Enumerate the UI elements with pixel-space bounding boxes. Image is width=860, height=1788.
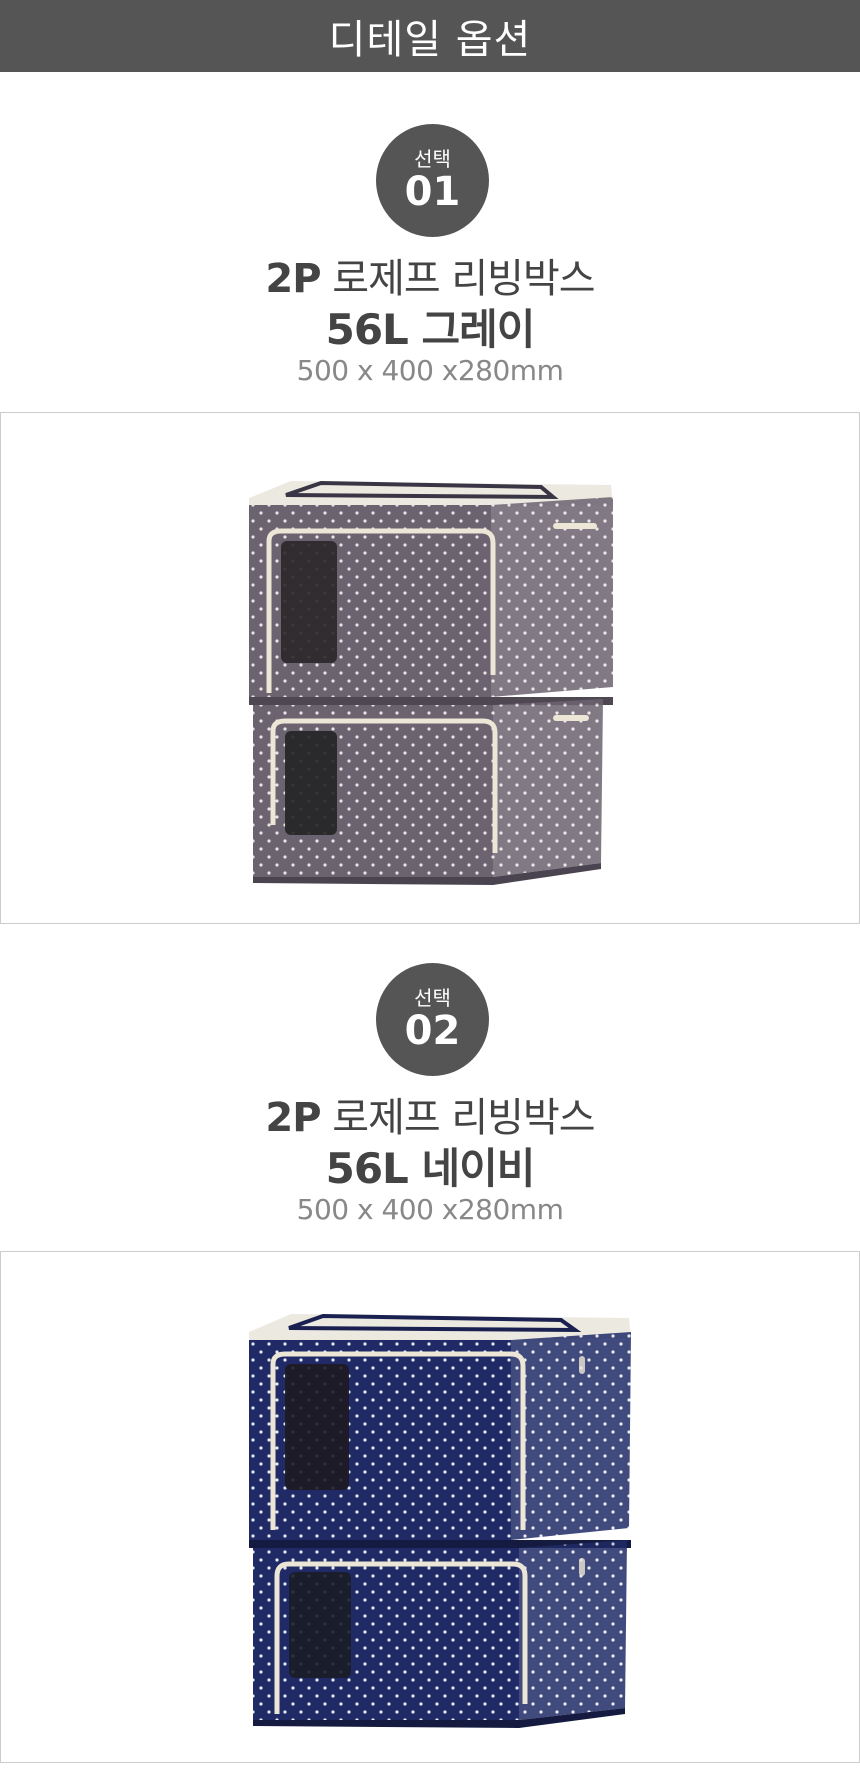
badge-number: 02 bbox=[404, 1007, 461, 1054]
product-photo bbox=[0, 412, 860, 924]
section-title: 디테일 옵션 bbox=[328, 17, 532, 63]
storage-box-image bbox=[249, 1313, 631, 1728]
badge-prefix: 선택 bbox=[414, 985, 451, 1010]
storage-box-image bbox=[249, 480, 613, 885]
badge-number: 01 bbox=[404, 168, 461, 215]
section-header: 디테일 옵션 bbox=[0, 0, 860, 72]
option-badge: 선택 01 bbox=[376, 124, 489, 237]
option-badge: 선택 02 bbox=[376, 963, 489, 1076]
product-capacity-color: 56L 네이비 bbox=[325, 1144, 536, 1193]
product-dimensions: 500 x 400 x280mm bbox=[296, 1193, 564, 1226]
product-capacity-color: 56L 그레이 bbox=[325, 305, 536, 354]
product-photo bbox=[0, 1251, 860, 1763]
badge-prefix: 선택 bbox=[414, 146, 451, 171]
product-dimensions: 500 x 400 x280mm bbox=[296, 354, 564, 387]
